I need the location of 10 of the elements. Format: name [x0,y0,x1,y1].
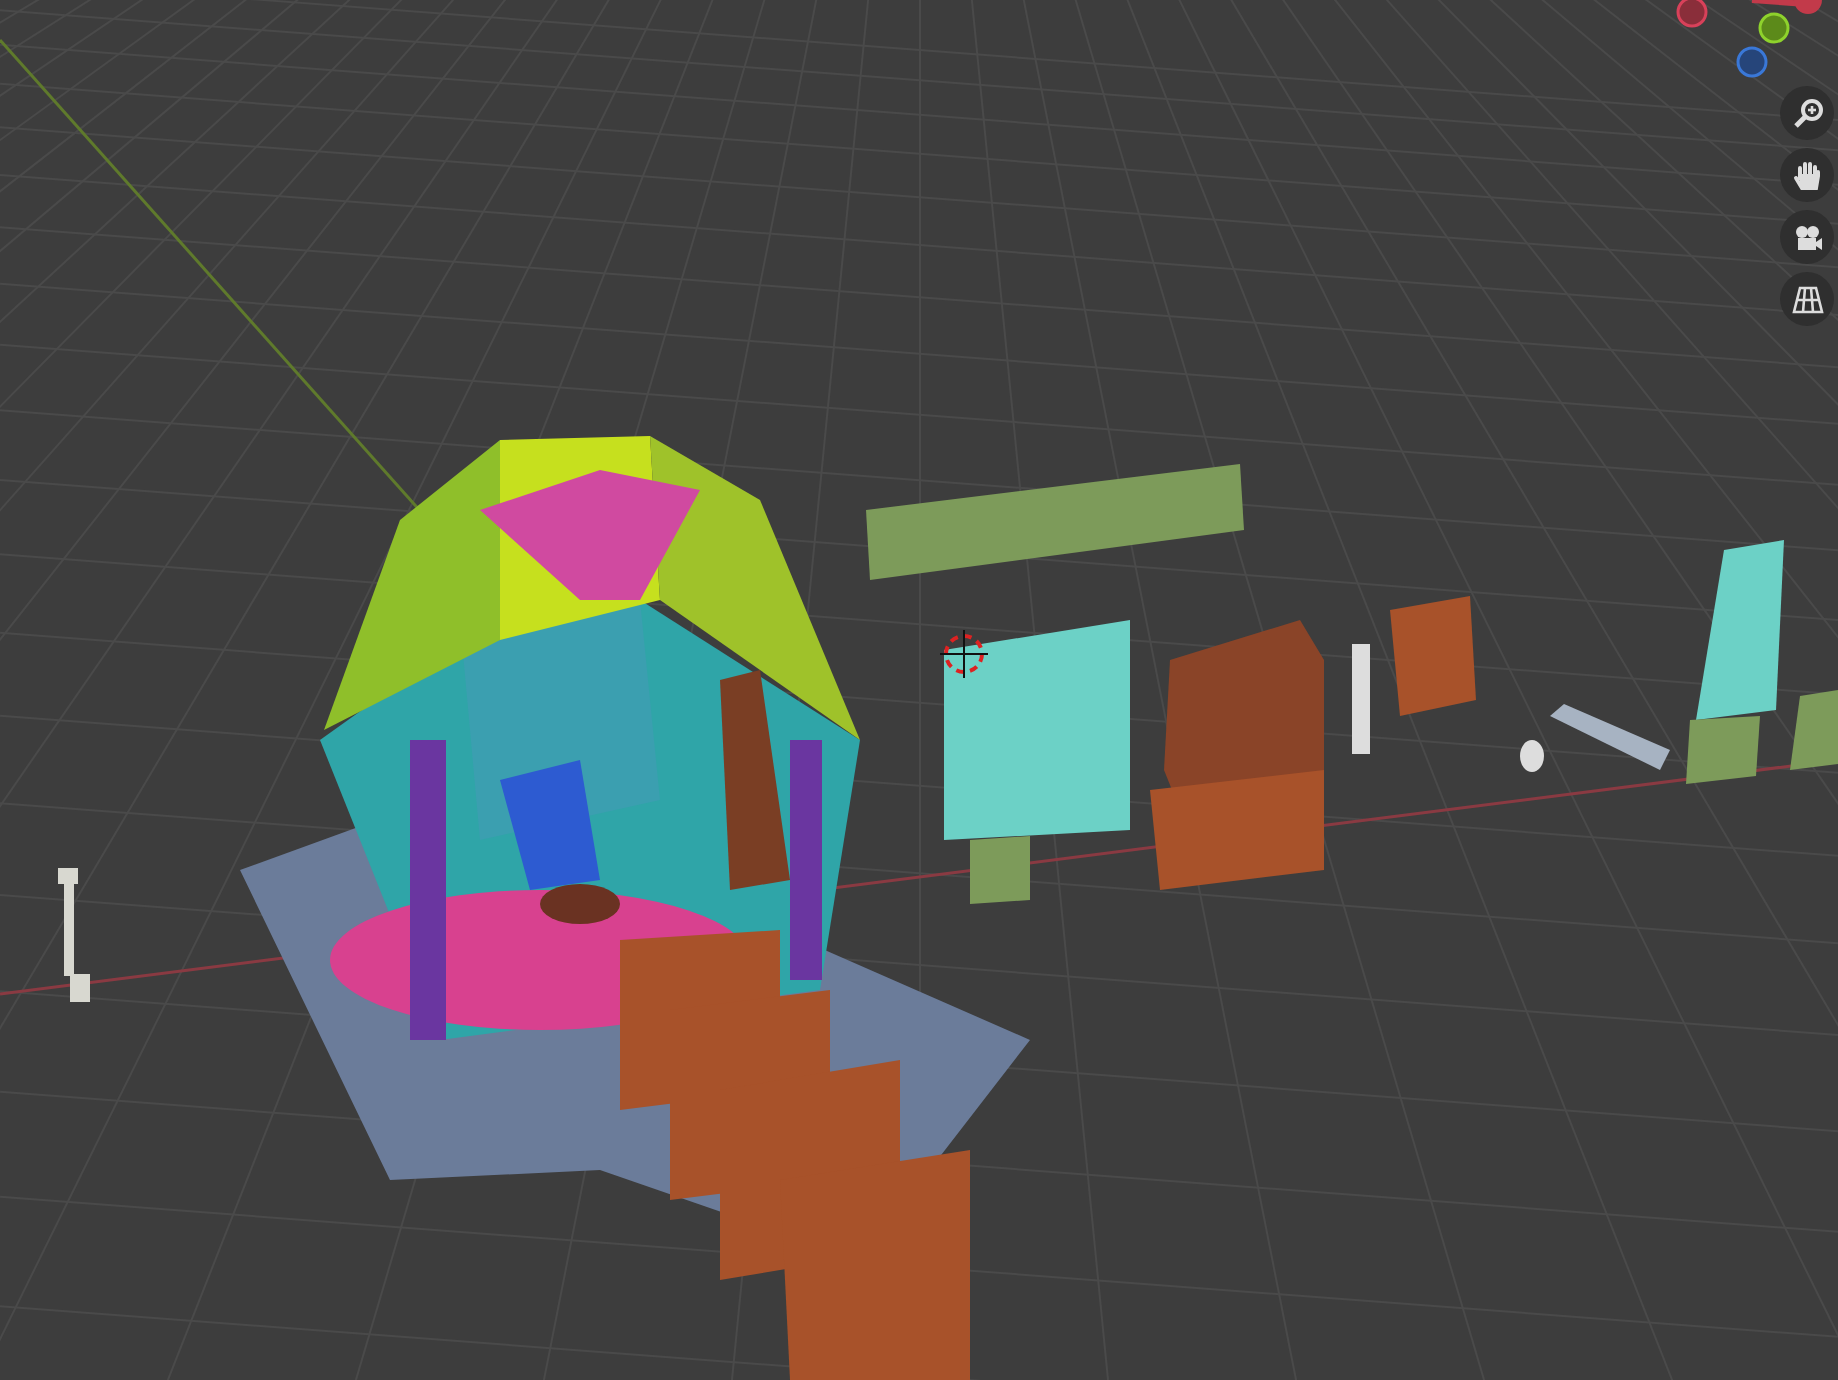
camera-icon [1791,221,1823,253]
3d-cursor-icon [939,629,989,679]
3d-viewport[interactable] [0,0,1838,1380]
grid-icon [1791,283,1823,315]
camera-view-button[interactable] [1780,210,1834,264]
zoom-icon [1791,97,1823,129]
hand-icon [1791,159,1823,191]
zoom-button[interactable] [1780,86,1834,140]
perspective-toggle-button[interactable] [1780,272,1834,326]
pan-button[interactable] [1780,148,1834,202]
